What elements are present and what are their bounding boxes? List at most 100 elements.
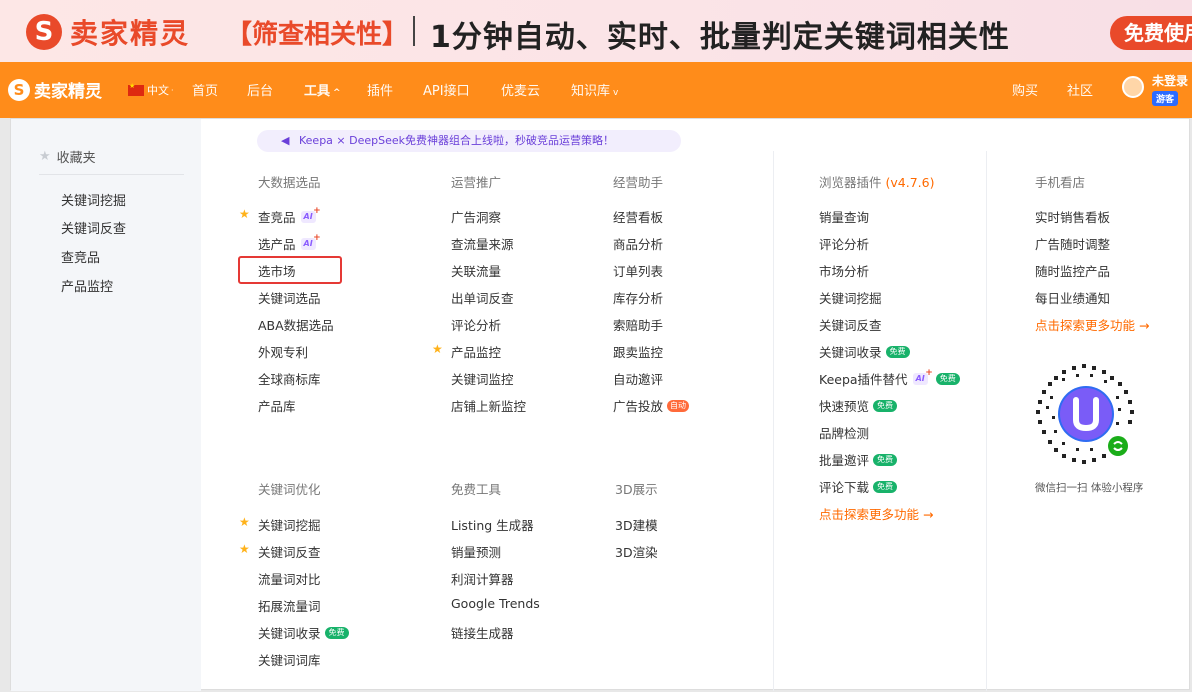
menu-item[interactable]: 随时监控产品 <box>1035 261 1110 280</box>
banner-cta-button[interactable]: 免费使用 <box>1110 16 1192 50</box>
brand-logo-icon: S <box>8 78 30 101</box>
main-nav: S 卖家精灵 中文 · 首页 后台 工具^ 插件 API接口 优麦云 知识库v … <box>0 62 1192 118</box>
menu-item-label: 选产品 <box>258 237 296 252</box>
menu-item[interactable]: 商品分析 <box>613 234 663 253</box>
menu-item[interactable]: 出单词反查 <box>451 288 514 307</box>
menu-item[interactable]: 关键词收录 免费 <box>819 342 910 361</box>
menu-item[interactable]: 评论分析 <box>451 315 501 334</box>
favorite-item[interactable]: 关键词挖掘 <box>61 190 126 209</box>
menu-item[interactable]: 评论下载 免费 <box>819 477 898 496</box>
menu-item[interactable]: 批量邀评 免费 <box>819 450 898 469</box>
user-status-label: 未登录 <box>1152 74 1189 88</box>
language-selector[interactable]: 中文 · <box>128 82 174 98</box>
column-divider <box>773 151 774 691</box>
nav-item-knowledge[interactable]: 知识库 v <box>571 80 618 99</box>
menu-item[interactable]: 利润计算器 <box>451 569 514 588</box>
menu-item[interactable]: 索赔助手 <box>613 315 663 334</box>
menu-item[interactable]: 关键词收录 免费 <box>258 623 349 642</box>
ai-badge: AI <box>300 205 321 223</box>
chevron-up-icon: ^ <box>333 88 341 98</box>
menu-item[interactable]: 广告投放 自动 <box>613 396 690 415</box>
user-menu[interactable]: 未登录 游客 <box>1122 72 1188 106</box>
menu-item[interactable]: 市场分析 <box>819 261 869 280</box>
menu-item[interactable]: 关联流量 <box>451 261 501 280</box>
promo-banner[interactable]: ◀ Keepa × DeepSeek免费神器组合上线啦，秒破竞品运营策略！ <box>257 130 681 152</box>
nav-item-community[interactable]: 社区 <box>1067 80 1093 99</box>
menu-item[interactable]: 全球商标库 <box>258 369 321 388</box>
highlight-box <box>238 256 342 284</box>
free-badge: 免费 <box>873 453 898 466</box>
nav-item-knowledge-label: 知识库 <box>571 84 611 99</box>
menu-item-label: 批量邀评 <box>819 453 870 468</box>
megaphone-icon: ◀ <box>281 134 290 147</box>
favorites-title: 收藏夹 <box>56 151 96 166</box>
plugin-more-link[interactable]: 点击探索更多功能 → <box>819 504 933 523</box>
menu-item[interactable]: ABA数据选品 <box>258 315 334 334</box>
nav-item-youmaiyun[interactable]: 优麦云 <box>501 80 540 99</box>
menu-item[interactable]: 链接生成器 <box>451 623 514 642</box>
plugin-version: (v4.7.6) <box>885 175 935 190</box>
menu-item[interactable]: 关键词监控 <box>451 369 514 388</box>
menu-item[interactable]: Google Trends <box>451 596 540 611</box>
menu-item[interactable]: 店铺上新监控 <box>451 396 526 415</box>
favorite-item[interactable]: 关键词反查 <box>61 218 126 237</box>
menu-item[interactable]: 产品监控 <box>451 342 501 361</box>
top-ad-banner[interactable]: S 卖家精灵 【筛查相关性】 1分钟自动、实时、批量判定关键词相关性 免费使用 <box>0 0 1192 62</box>
free-badge: 免费 <box>873 399 898 412</box>
nav-item-buy[interactable]: 购买 <box>1012 80 1038 99</box>
menu-item[interactable]: 销量查询 <box>819 207 869 226</box>
menu-item-select-product[interactable]: 选产品 AI <box>258 232 321 253</box>
menu-item[interactable]: 3D渲染 <box>615 542 658 561</box>
nav-item-home[interactable]: 首页 <box>192 80 218 99</box>
menu-item[interactable]: 外观专利 <box>258 342 308 361</box>
menu-item[interactable]: 产品库 <box>258 396 296 415</box>
nav-item-api[interactable]: API接口 <box>423 80 470 99</box>
menu-item[interactable]: 关键词挖掘 <box>819 288 882 307</box>
brand-logo-icon: S <box>26 14 62 50</box>
qr-caption: 微信扫一扫 体验小程序 <box>1035 482 1144 494</box>
miniprogram-qr-code-icon <box>1036 364 1134 464</box>
menu-item[interactable]: 广告随时调整 <box>1035 234 1110 253</box>
menu-item[interactable]: 库存分析 <box>613 288 663 307</box>
menu-item[interactable]: 查流量来源 <box>451 234 514 253</box>
menu-item[interactable]: 3D建模 <box>615 515 658 534</box>
menu-item[interactable]: 关键词挖掘 <box>258 515 321 534</box>
ai-badge: AI <box>300 232 321 250</box>
favorite-item[interactable]: 产品监控 <box>61 276 113 295</box>
menu-item[interactable]: 品牌检测 <box>819 423 869 442</box>
column-title-plugin: 浏览器插件 (v4.7.6) <box>819 172 934 191</box>
menu-item[interactable]: 经营看板 <box>613 207 663 226</box>
menu-item[interactable]: 跟卖监控 <box>613 342 663 361</box>
nav-item-plugin[interactable]: 插件 <box>367 80 393 99</box>
menu-item[interactable]: Listing 生成器 <box>451 515 534 534</box>
favorite-star-icon: ★ <box>239 542 250 556</box>
menu-item[interactable]: 实时销售看板 <box>1035 207 1110 226</box>
menu-item[interactable]: 订单列表 <box>613 261 663 280</box>
menu-item[interactable]: 关键词词库 <box>258 650 321 669</box>
favorite-item[interactable]: 查竞品 <box>61 247 100 266</box>
menu-item[interactable]: 关键词选品 <box>258 288 321 307</box>
nav-logo[interactable]: S 卖家精灵 <box>8 77 102 102</box>
nav-item-dashboard[interactable]: 后台 <box>247 80 273 99</box>
menu-item[interactable]: 广告洞察 <box>451 207 501 226</box>
nav-brand-name: 卖家精灵 <box>34 82 102 102</box>
menu-item[interactable]: 拓展流量词 <box>258 596 321 615</box>
nav-item-tools[interactable]: 工具 ^ <box>304 80 341 99</box>
menu-item[interactable]: 销量预测 <box>451 542 501 561</box>
column-title-3d: 3D展示 <box>615 482 658 497</box>
mobile-more-link[interactable]: 点击探索更多功能 → <box>1035 315 1149 334</box>
chevron-down-icon: · <box>171 85 174 95</box>
menu-item[interactable]: 关键词反查 <box>819 315 882 334</box>
menu-item[interactable]: 快速预览 免费 <box>819 396 898 415</box>
menu-item[interactable]: 关键词反查 <box>258 542 321 561</box>
favorite-star-icon: ★ <box>432 342 443 356</box>
banner-logo: S 卖家精灵 <box>26 12 190 52</box>
menu-item[interactable]: 每日业绩通知 <box>1035 288 1110 307</box>
menu-item[interactable]: 评论分析 <box>819 234 869 253</box>
menu-item[interactable]: Keepa插件替代 AI免费 <box>819 367 960 388</box>
menu-item-competitor[interactable]: 查竞品 AI <box>258 205 321 226</box>
menu-item[interactable]: 自动邀评 <box>613 369 663 388</box>
favorites-sidebar: ★ 收藏夹 关键词挖掘 关键词反查 查竞品 产品监控 <box>11 119 201 691</box>
column-title-mobile: 手机看店 <box>1035 175 1086 190</box>
menu-item[interactable]: 流量词对比 <box>258 569 321 588</box>
